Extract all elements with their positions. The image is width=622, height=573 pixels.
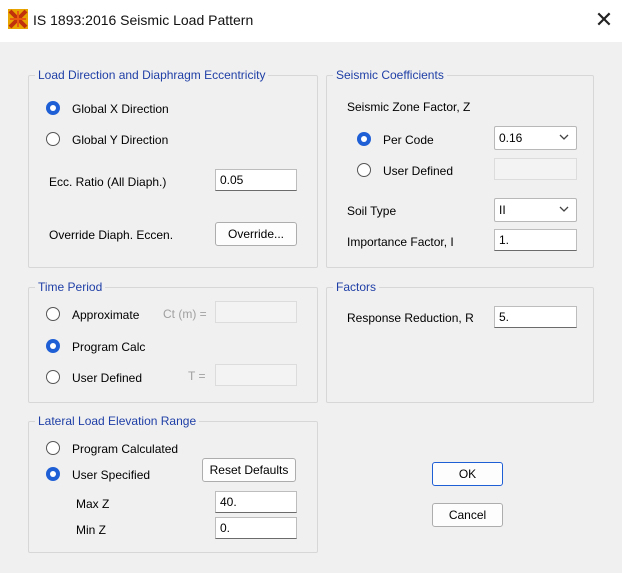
time-period-legend: Time Period bbox=[38, 280, 103, 294]
t-label: T = bbox=[188, 369, 206, 383]
user-defined-zone-label: User Defined bbox=[383, 164, 454, 178]
global-x-radio[interactable] bbox=[46, 101, 60, 115]
global-y-radio[interactable] bbox=[46, 132, 60, 146]
override-eccen-label: Override Diaph. Eccen. bbox=[49, 228, 174, 242]
elevation-range-legend: Lateral Load Elevation Range bbox=[38, 414, 197, 428]
response-reduction-label: Response Reduction, R bbox=[347, 311, 474, 325]
user-zone-field bbox=[494, 158, 577, 180]
seismic-coefficients-legend: Seismic Coefficients bbox=[336, 68, 444, 82]
per-code-label: Per Code bbox=[383, 133, 434, 147]
load-direction-legend: Load Direction and Diaphragm Eccentricit… bbox=[38, 68, 266, 82]
zone-factor-label: Seismic Zone Factor, Z bbox=[347, 100, 471, 114]
ok-button[interactable]: OK bbox=[432, 462, 503, 486]
min-z-field[interactable]: 0. bbox=[215, 517, 297, 539]
user-specified-radio[interactable] bbox=[46, 467, 60, 481]
zone-factor-value: 0.16 bbox=[499, 131, 523, 145]
global-y-label: Global Y Direction bbox=[72, 133, 169, 147]
per-code-radio[interactable] bbox=[357, 132, 371, 146]
approximate-label: Approximate bbox=[72, 308, 140, 322]
program-calculated-radio[interactable] bbox=[46, 441, 60, 455]
ct-label: Ct (m) = bbox=[163, 307, 207, 321]
response-reduction-field[interactable]: 5. bbox=[494, 306, 577, 328]
importance-factor-label: Importance Factor, I bbox=[347, 235, 454, 249]
program-calc-radio[interactable] bbox=[46, 339, 60, 353]
close-icon[interactable]: ✕ bbox=[592, 8, 616, 32]
program-calculated-label: Program Calculated bbox=[72, 442, 179, 456]
min-z-label: Min Z bbox=[76, 523, 106, 537]
global-x-label: Global X Direction bbox=[72, 102, 169, 116]
ecc-ratio-field[interactable]: 0.05 bbox=[215, 169, 297, 191]
max-z-label: Max Z bbox=[76, 497, 110, 511]
factors-group: Factors bbox=[326, 280, 594, 403]
approximate-radio[interactable] bbox=[46, 307, 60, 321]
user-defined-period-radio[interactable] bbox=[46, 370, 60, 384]
ecc-ratio-label: Ecc. Ratio (All Diaph.) bbox=[49, 175, 167, 189]
etabs-app-icon bbox=[8, 9, 28, 29]
factors-legend: Factors bbox=[336, 280, 377, 294]
user-defined-period-label: User Defined bbox=[72, 371, 143, 385]
t-field bbox=[215, 364, 297, 386]
soil-type-select[interactable]: II bbox=[494, 198, 577, 222]
importance-factor-field[interactable]: 1. bbox=[494, 229, 577, 251]
user-specified-label: User Specified bbox=[72, 468, 151, 482]
user-defined-zone-radio[interactable] bbox=[357, 163, 371, 177]
program-calc-label: Program Calc bbox=[72, 340, 146, 354]
max-z-field[interactable]: 40. bbox=[215, 491, 297, 513]
zone-factor-select[interactable]: 0.16 bbox=[494, 126, 577, 150]
title-bar: IS 1893:2016 Seismic Load Pattern ✕ bbox=[0, 0, 622, 42]
soil-type-label: Soil Type bbox=[347, 204, 397, 218]
window-title: IS 1893:2016 Seismic Load Pattern bbox=[33, 12, 254, 28]
chevron-down-icon bbox=[559, 206, 569, 212]
cancel-button[interactable]: Cancel bbox=[432, 503, 503, 527]
chevron-down-icon bbox=[559, 134, 569, 140]
ct-field bbox=[215, 301, 297, 323]
soil-type-value: II bbox=[499, 203, 506, 217]
reset-defaults-button[interactable]: Reset Defaults bbox=[202, 458, 296, 482]
override-button[interactable]: Override... bbox=[215, 222, 297, 246]
